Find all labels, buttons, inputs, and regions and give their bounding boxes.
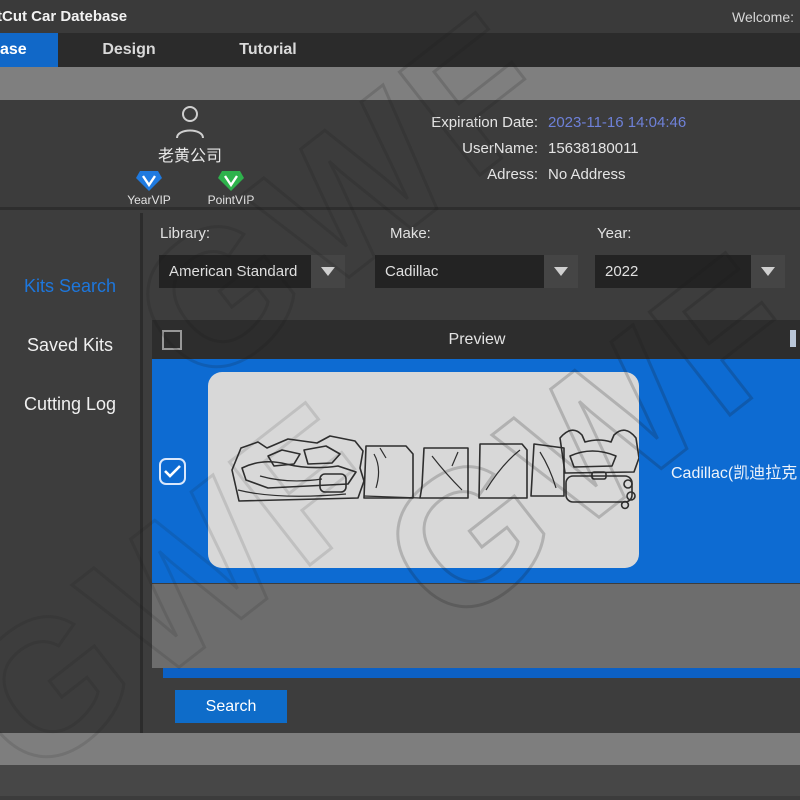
library-selected-value: American Standard [159,263,309,280]
user-icon [173,104,207,140]
chevron-down-icon [321,267,335,276]
welcome-label: Welcome: [732,9,794,25]
sidebar-item-saved-kits[interactable]: Saved Kits [0,335,140,356]
window-title: tCut Car Datebase [0,8,127,25]
yearvip-label: YearVIP [112,193,186,207]
bottom-edge [0,796,800,800]
make-dropdown[interactable]: Cadillac [375,255,578,288]
horizontal-scrollbar-thumb[interactable] [163,668,800,678]
user-identity: 老黄公司 YearVIP PointVIP [110,104,270,207]
address-row: Adress: No Address [390,166,790,183]
year-dropdown[interactable]: 2022 [595,255,785,288]
user-panel: 老黄公司 YearVIP PointVIP [0,100,800,210]
tab-tutorial[interactable]: Tutorial [200,33,336,67]
yearvip-gem-icon [135,170,163,192]
search-button[interactable]: Search [175,690,287,723]
kit-name: Cadillac(凯迪拉克 [671,359,797,583]
tab-bar: ase Design Tutorial [0,33,800,67]
year-selected-value: 2022 [595,263,749,280]
company-name: 老黄公司 [110,142,270,166]
bottom-bar [0,765,800,796]
pointvip-label: PointVIP [194,193,268,207]
yearvip-badge: YearVIP [112,170,186,207]
library-dropdown-arrow[interactable] [311,255,345,288]
results-empty-area [152,584,800,668]
pointvip-gem-icon [217,170,245,192]
chevron-down-icon [761,267,775,276]
make-dropdown-arrow[interactable] [544,255,578,288]
make-label: Make: [390,225,431,242]
results-header: Preview [152,320,800,359]
preview-column-header: Preview [332,331,622,349]
address-label: Adress: [390,166,538,183]
username-value: 15638180011 [548,140,639,157]
horizontal-scrollbar-track[interactable] [152,668,800,678]
expiration-label: Expiration Date: [390,114,538,131]
checkmark-icon [164,465,181,478]
tab-design[interactable]: Design [58,33,200,67]
car-kit-outlines [208,372,639,568]
main-area: Kits Search Saved Kits Cutting Log Libra… [0,213,800,733]
library-dropdown[interactable]: American Standard [159,255,345,288]
separator-band-bottom [0,733,800,765]
select-all-checkbox[interactable] [162,330,182,350]
row-checkbox-checked[interactable] [159,458,186,485]
content-panel: Library: Make: Year: American Standard C… [143,213,800,733]
sidebar-item-kits-search[interactable]: Kits Search [0,276,140,297]
tab-database[interactable]: ase [0,33,58,67]
vip-badges: YearVIP PointVIP [110,170,270,207]
account-info: Expiration Date: 2023-11-16 14:04:46 Use… [390,114,790,192]
year-label: Year: [597,225,631,242]
username-row: UserName: 15638180011 [390,140,790,157]
username-label: UserName: [390,140,538,157]
pointvip-badge: PointVIP [194,170,268,207]
kit-preview-image [208,372,639,568]
library-label: Library: [160,225,210,242]
app-window: tCut Car Datebase Welcome: ase Design Tu… [0,0,800,800]
sidebar-item-cutting-log[interactable]: Cutting Log [0,394,140,415]
title-bar: tCut Car Datebase Welcome: [0,0,800,33]
expiration-value: 2023-11-16 14:04:46 [548,114,686,131]
chevron-down-icon [554,267,568,276]
expiration-row: Expiration Date: 2023-11-16 14:04:46 [390,114,790,131]
year-dropdown-arrow[interactable] [751,255,785,288]
sidebar: Kits Search Saved Kits Cutting Log [0,213,140,733]
header-partial-element [790,330,796,347]
make-selected-value: Cadillac [375,263,542,280]
address-value: No Address [548,166,626,183]
separator-band-top [0,67,800,100]
result-row-cadillac[interactable]: Cadillac(凯迪拉克 [152,359,800,583]
